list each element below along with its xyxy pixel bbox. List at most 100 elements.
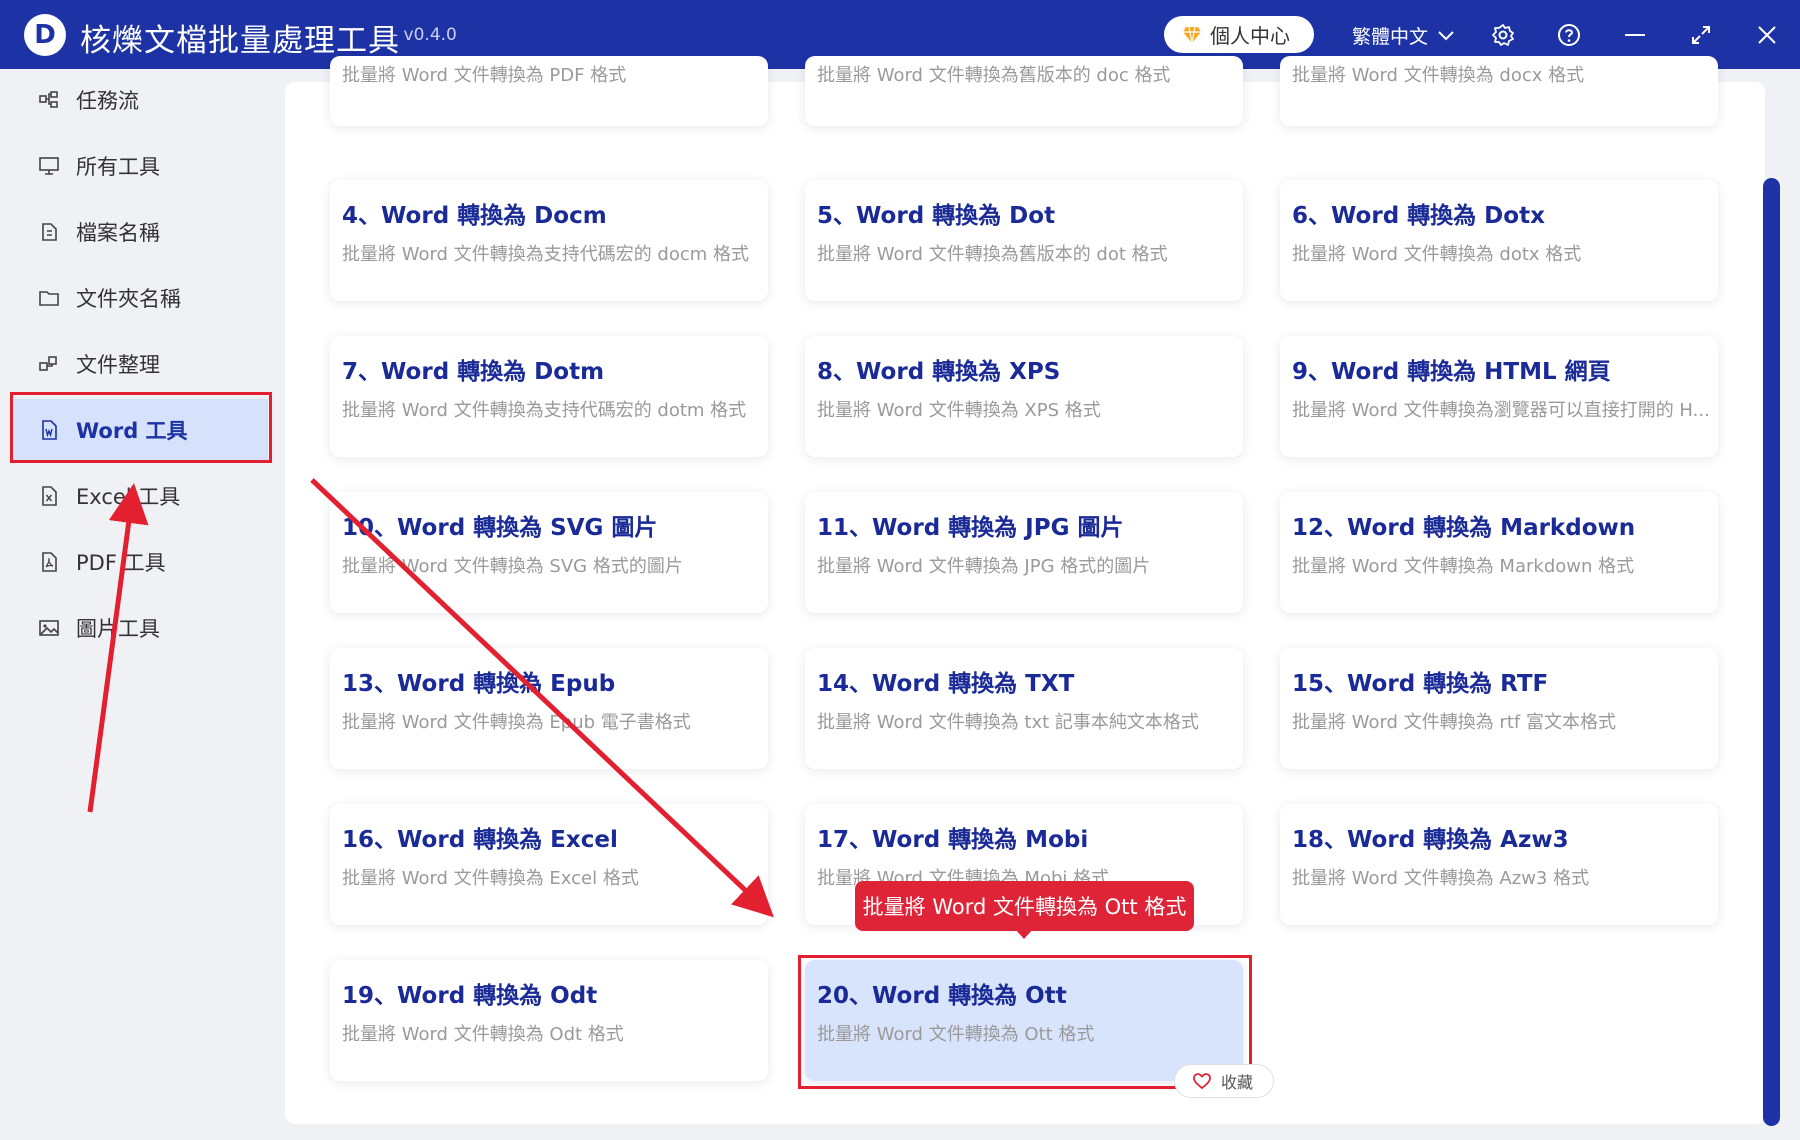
favorite-button[interactable]: 收藏 — [1174, 1064, 1274, 1098]
minimize-icon — [1625, 34, 1645, 36]
tool-card-desc: 批量將 Word 文件轉換為舊版本的 doc 格式 — [817, 65, 1171, 86]
sidebar-item-folder-name[interactable]: 文件夾名稱 — [12, 267, 268, 329]
sidebar-item-label: 所有工具 — [76, 155, 160, 179]
sidebar-item-label: 文件夾名稱 — [76, 287, 181, 311]
tool-card-word-to-svg[interactable]: 10、Word 轉換為 SVG 圖片 批量將 Word 文件轉換為 SVG 格式… — [330, 492, 768, 613]
tool-card-word-to-docm[interactable]: 4、Word 轉換為 Docm 批量將 Word 文件轉換為支持代碼宏的 doc… — [330, 180, 768, 301]
tool-card-word-to-docx[interactable]: 批量將 Word 文件轉換為 docx 格式 — [1280, 56, 1718, 126]
app-version: - v0.4.0 — [392, 25, 457, 45]
tool-card-desc: 批量將 Word 文件轉換為 SVG 格式的圖片 — [342, 556, 683, 577]
settings-button[interactable] — [1488, 20, 1518, 50]
app-logo: D — [24, 14, 66, 56]
tool-card-title: 9、Word 轉換為 HTML 網頁 — [1292, 359, 1611, 385]
sidebar-item-organize[interactable]: 文件整理 — [12, 333, 268, 395]
tool-card-word-to-xps[interactable]: 8、Word 轉換為 XPS 批量將 Word 文件轉換為 XPS 格式 — [805, 336, 1243, 457]
sidebar-item-label: 圖片工具 — [76, 617, 160, 641]
tool-card-word-to-dot[interactable]: 5、Word 轉換為 Dot 批量將 Word 文件轉換為舊版本的 dot 格式 — [805, 180, 1243, 301]
tool-card-desc: 批量將 Word 文件轉換為支持代碼宏的 dotm 格式 — [342, 400, 747, 421]
close-icon — [1758, 26, 1776, 44]
tool-card-word-to-dotx[interactable]: 6、Word 轉換為 Dotx 批量將 Word 文件轉換為 dotx 格式 — [1280, 180, 1718, 301]
language-select[interactable]: 繁體中文 — [1352, 22, 1454, 49]
tool-card-title: 4、Word 轉換為 Docm — [342, 203, 607, 229]
sidebar-item-label: 檔案名稱 — [76, 221, 160, 245]
help-button[interactable] — [1554, 20, 1584, 50]
tool-card-word-to-odt[interactable]: 19、Word 轉換為 Odt 批量將 Word 文件轉換為 Odt 格式 — [330, 960, 768, 1081]
excel-file-icon — [42, 486, 57, 506]
tool-card-desc: 批量將 Word 文件轉換為 docx 格式 — [1292, 65, 1585, 86]
sidebar-item-label: 任務流 — [76, 89, 139, 113]
tool-card-word-to-html[interactable]: 9、Word 轉換為 HTML 網頁 批量將 Word 文件轉換為瀏覽器可以直接… — [1280, 336, 1718, 457]
tool-card-word-to-txt[interactable]: 14、Word 轉換為 TXT 批量將 Word 文件轉換為 txt 記事本純文… — [805, 648, 1243, 769]
organize-icon — [39, 356, 57, 371]
tool-card-word-to-markdown[interactable]: 12、Word 轉換為 Markdown 批量將 Word 文件轉換為 Mark… — [1280, 492, 1718, 613]
tool-card-title: 15、Word 轉換為 RTF — [1292, 671, 1549, 697]
sidebar-item-label: PDF 工具 — [76, 551, 166, 575]
monitor-icon — [39, 157, 59, 175]
tool-card-desc: 批量將 Word 文件轉換為 Epub 電子書格式 — [342, 712, 691, 733]
sidebar-item-image-tools[interactable]: 圖片工具 — [12, 597, 268, 659]
tool-card-title: 8、Word 轉換為 XPS — [817, 359, 1061, 385]
favorite-label: 收藏 — [1221, 1073, 1254, 1092]
tool-card-desc: 批量將 Word 文件轉換為 Azw3 格式 — [1292, 868, 1590, 889]
tooltip: 批量將 Word 文件轉換為 Ott 格式 — [855, 881, 1194, 931]
tool-card-title: 17、Word 轉換為 Mobi — [817, 827, 1089, 853]
workflow-icon — [39, 91, 58, 108]
sidebar-item-workflow[interactable]: 任務流 — [12, 69, 268, 131]
language-label: 繁體中文 — [1352, 26, 1429, 48]
tool-card-title: 16、Word 轉換為 Excel — [342, 827, 618, 853]
tool-card-desc: 批量將 Word 文件轉換為 Markdown 格式 — [1292, 556, 1635, 577]
profile-button[interactable]: 個人中心 — [1164, 16, 1314, 53]
app-title: 核爍文檔批量處理工具 — [80, 23, 400, 59]
tool-card-desc: 批量將 Word 文件轉換為 PDF 格式 — [342, 65, 627, 86]
expand-icon — [1692, 26, 1710, 44]
tool-card-word-to-rtf[interactable]: 15、Word 轉換為 RTF 批量將 Word 文件轉換為 rtf 富文本格式 — [1280, 648, 1718, 769]
sidebar-item-label: Excel 工具 — [76, 485, 181, 509]
tool-card-word-to-dotm[interactable]: 7、Word 轉換為 Dotm 批量將 Word 文件轉換為支持代碼宏的 dot… — [330, 336, 768, 457]
tool-card-desc: 批量將 Word 文件轉換為瀏覽器可以直接打開的 H... — [1292, 400, 1710, 421]
tool-card-desc: 批量將 Word 文件轉換為 rtf 富文本格式 — [1292, 712, 1616, 733]
close-button[interactable] — [1752, 20, 1782, 50]
tool-card-desc: 批量將 Word 文件轉換為 dotx 格式 — [1292, 244, 1582, 265]
tool-card-word-to-doc[interactable]: 批量將 Word 文件轉換為舊版本的 doc 格式 — [805, 56, 1243, 126]
tool-card-word-to-excel[interactable]: 16、Word 轉換為 Excel 批量將 Word 文件轉換為 Excel 格… — [330, 804, 768, 925]
tool-card-title: 10、Word 轉換為 SVG 圖片 — [342, 515, 658, 541]
sidebar-item-excel-tools[interactable]: Excel 工具 — [12, 465, 268, 527]
tool-card-title: 18、Word 轉換為 Azw3 — [1292, 827, 1569, 853]
tool-card-title: 11、Word 轉換為 JPG 圖片 — [817, 515, 1124, 541]
sidebar-item-label: 文件整理 — [76, 353, 160, 377]
tool-card-word-to-pdf[interactable]: 批量將 Word 文件轉換為 PDF 格式 — [330, 56, 768, 126]
tool-card-title: 12、Word 轉換為 Markdown — [1292, 515, 1636, 541]
tool-card-word-to-epub[interactable]: 13、Word 轉換為 Epub 批量將 Word 文件轉換為 Epub 電子書… — [330, 648, 768, 769]
tool-card-title: 5、Word 轉換為 Dot — [817, 203, 1056, 229]
tool-card-desc: 批量將 Word 文件轉換為 XPS 格式 — [817, 400, 1101, 421]
sidebar-item-all-tools[interactable]: 所有工具 — [12, 135, 268, 197]
tool-card-desc: 批量將 Word 文件轉換為 JPG 格式的圖片 — [817, 556, 1151, 577]
tool-card-word-to-azw3[interactable]: 18、Word 轉換為 Azw3 批量將 Word 文件轉換為 Azw3 格式 — [1280, 804, 1718, 925]
tooltip-pointer — [1015, 929, 1033, 939]
highlight-box-word-tools — [10, 392, 272, 463]
file-name-icon — [42, 223, 57, 241]
folder-icon — [39, 291, 59, 306]
tool-card-word-to-jpg[interactable]: 11、Word 轉換為 JPG 圖片 批量將 Word 文件轉換為 JPG 格式… — [805, 492, 1243, 613]
maximize-button[interactable] — [1686, 20, 1716, 50]
chevron-down-icon — [1438, 30, 1454, 40]
sidebar: 任務流 所有工具 檔案名稱 文件夾名稱 文件整理 Word 工具 Excel 工… — [0, 69, 270, 1140]
minimize-button[interactable] — [1620, 20, 1650, 50]
tool-card-desc: 批量將 Word 文件轉換為支持代碼宏的 docm 格式 — [342, 244, 750, 265]
scrollbar-thumb[interactable] — [1763, 178, 1780, 1126]
tool-card-title: 14、Word 轉換為 TXT — [817, 671, 1075, 697]
profile-label: 個人中心 — [1210, 24, 1290, 48]
heart-icon — [1193, 1073, 1211, 1089]
tool-card-desc: 批量將 Word 文件轉換為 Odt 格式 — [342, 1024, 624, 1045]
gear-icon — [1492, 24, 1514, 46]
tool-card-title: 6、Word 轉換為 Dotx — [1292, 203, 1545, 229]
image-icon — [39, 620, 59, 636]
help-icon — [1558, 24, 1580, 46]
tool-card-title: 7、Word 轉換為 Dotm — [342, 359, 605, 385]
sidebar-item-pdf-tools[interactable]: PDF 工具 — [12, 531, 268, 593]
tool-card-desc: 批量將 Word 文件轉換為 txt 記事本純文本格式 — [817, 712, 1199, 733]
sidebar-item-file-name[interactable]: 檔案名稱 — [12, 201, 268, 263]
tool-card-title: 13、Word 轉換為 Epub — [342, 671, 616, 697]
tool-card-title: 19、Word 轉換為 Odt — [342, 983, 598, 1009]
diamond-icon — [1183, 26, 1201, 43]
